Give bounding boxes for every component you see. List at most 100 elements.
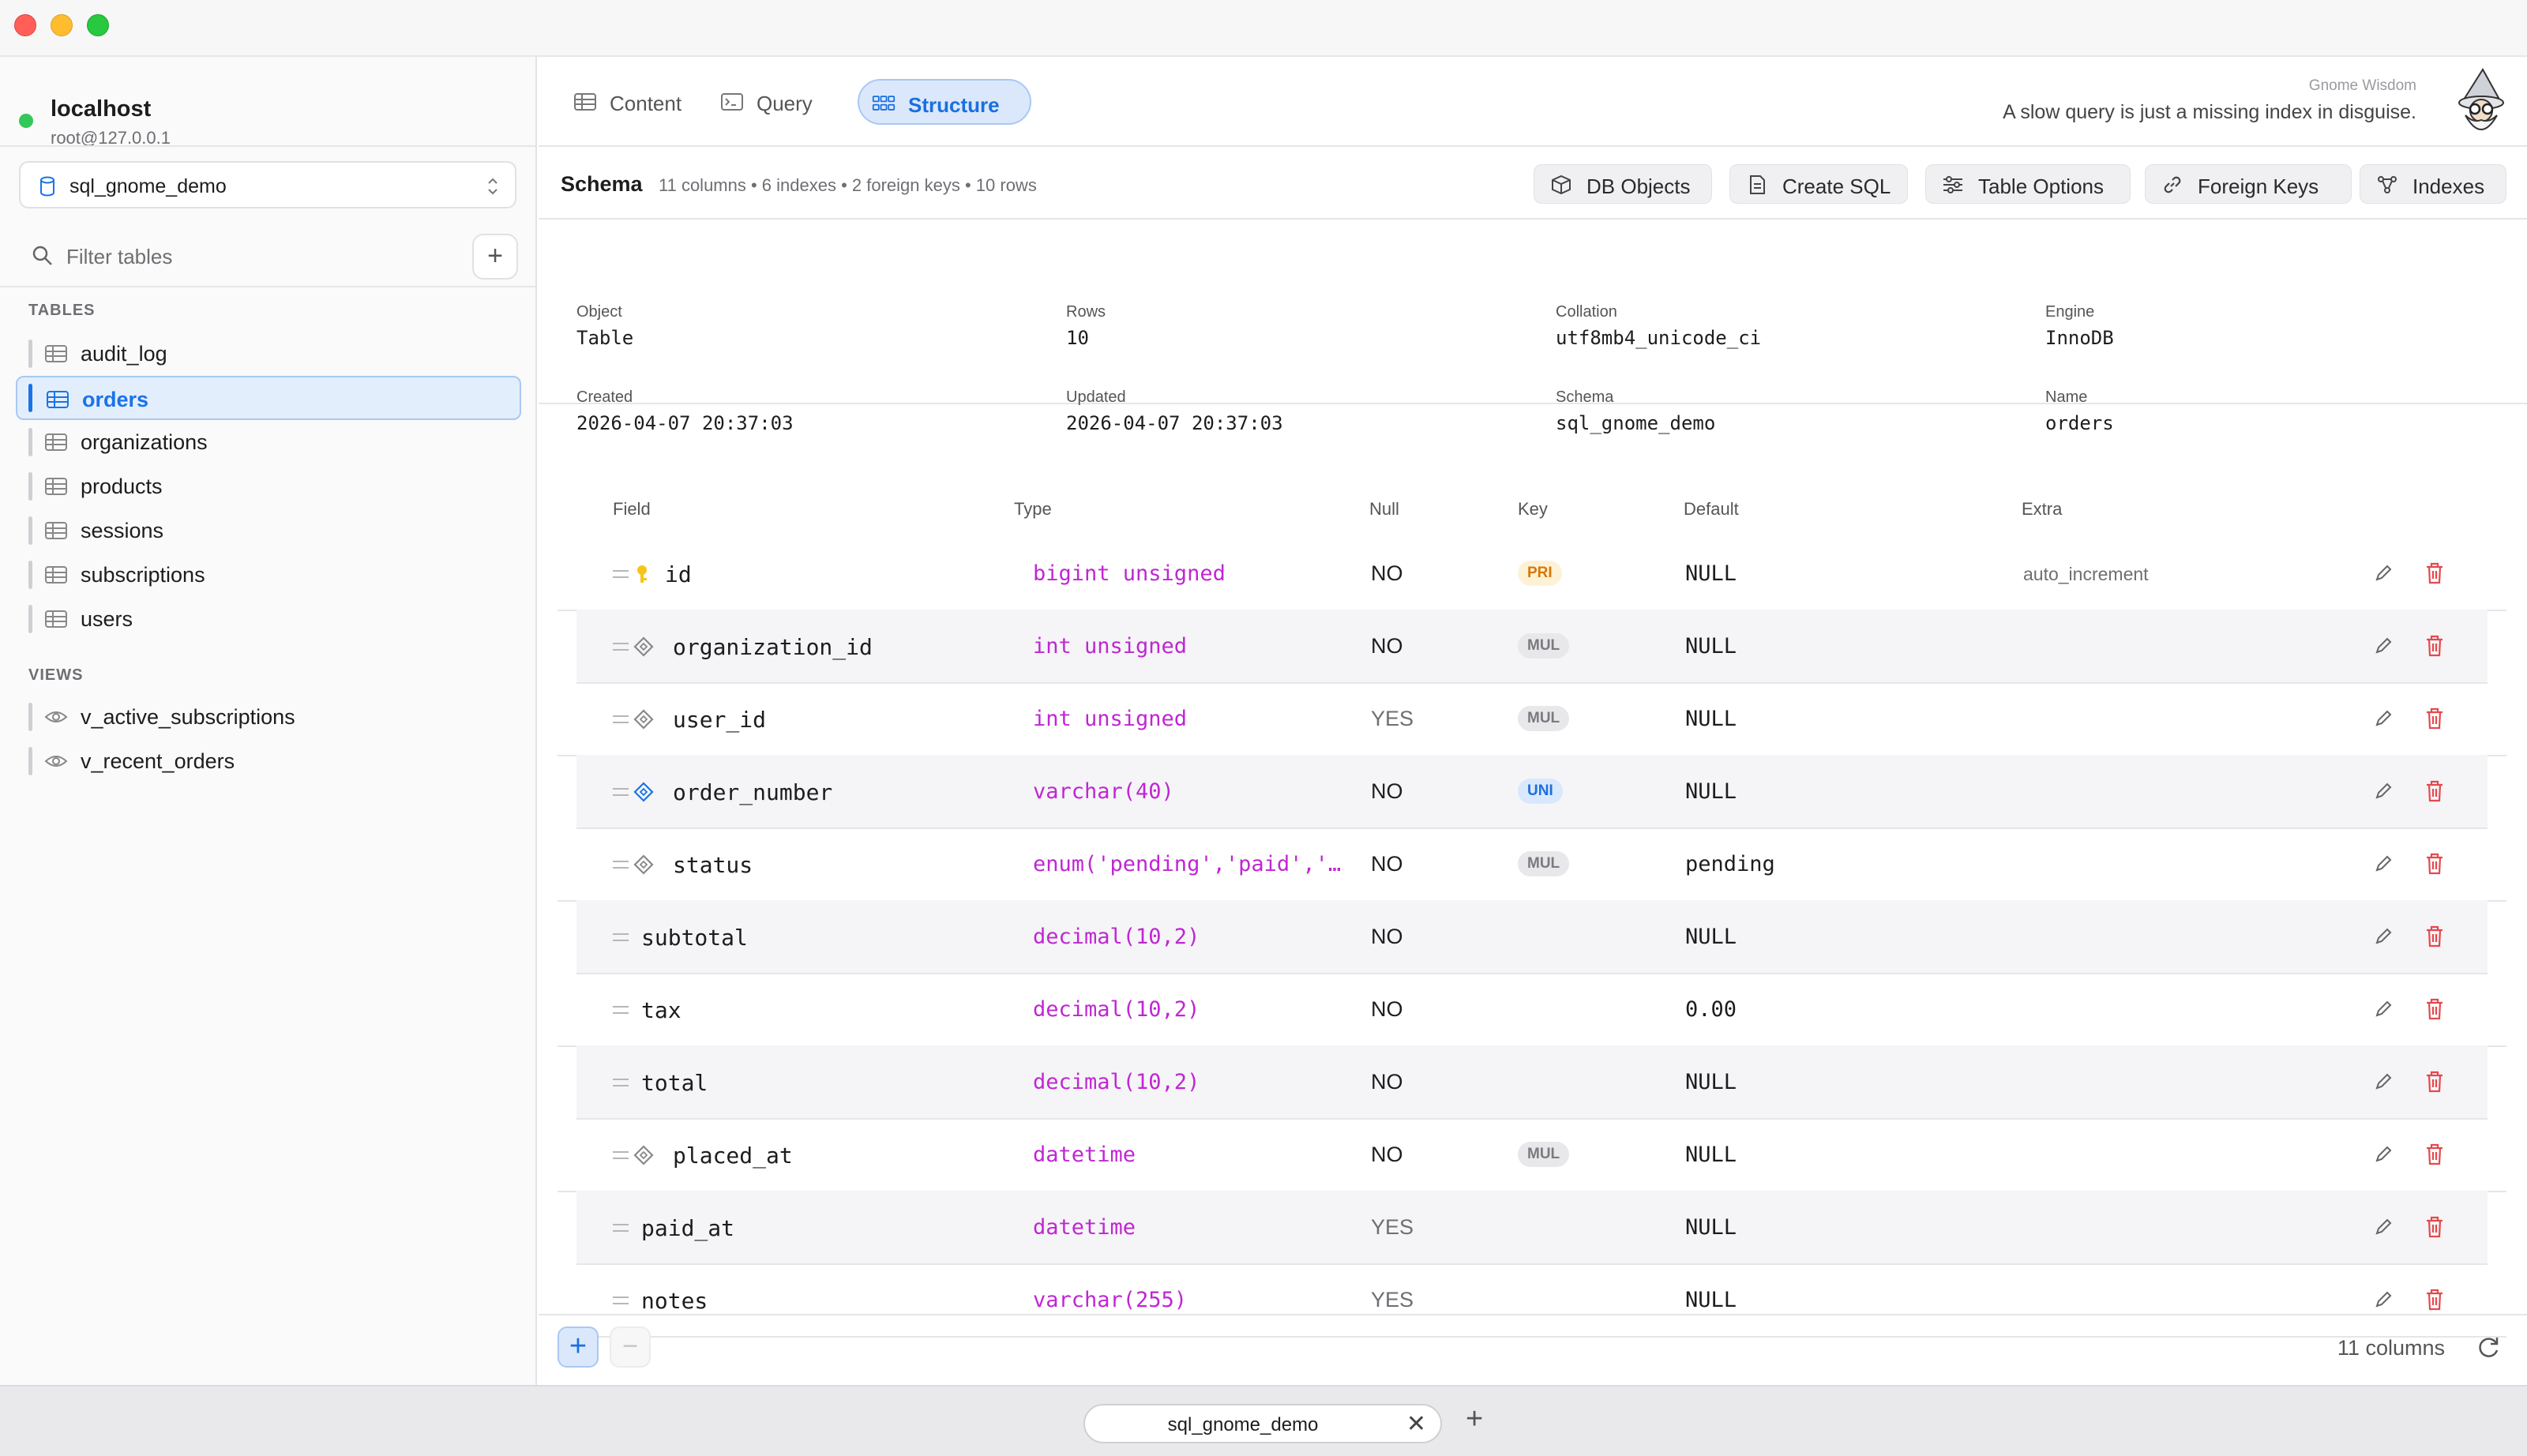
- table-row[interactable]: placed_at datetime NO MUL NULL: [558, 1118, 2506, 1192]
- sidebar-table-subscriptions[interactable]: subscriptions: [16, 553, 521, 597]
- table-row[interactable]: order_number varchar(40) NO UNI NULL: [576, 755, 2488, 829]
- pencil-icon[interactable]: [2372, 1071, 2394, 1093]
- drag-handle[interactable]: [613, 861, 629, 869]
- trash-icon[interactable]: [2423, 1069, 2446, 1094]
- trash-icon[interactable]: [2423, 1214, 2446, 1240]
- minimize-window-button[interactable]: [51, 14, 73, 36]
- gnome-avatar-icon: [2458, 68, 2504, 130]
- field-name: tax: [641, 997, 682, 1023]
- refresh-icon[interactable]: [2475, 1334, 2502, 1361]
- db-objects-button[interactable]: DB Objects: [1534, 164, 1712, 204]
- trash-icon[interactable]: [2423, 1287, 2446, 1312]
- document-tab[interactable]: sql_gnome_demo ✕: [1083, 1404, 1442, 1443]
- trash-icon[interactable]: [2423, 706, 2446, 731]
- table-row[interactable]: total decimal(10,2) NO NULL: [576, 1045, 2488, 1120]
- key-badge: PRI: [1518, 561, 1562, 586]
- sidebar-table-sessions[interactable]: sessions: [16, 508, 521, 553]
- sidebar-table-users[interactable]: users: [16, 597, 521, 641]
- pencil-icon[interactable]: [2372, 562, 2394, 584]
- table-row[interactable]: tax decimal(10,2) NO 0.00: [558, 973, 2506, 1047]
- info-schema-label: Schema: [1556, 388, 1614, 406]
- sidebar-table-products[interactable]: products: [16, 464, 521, 508]
- drag-handle[interactable]: [613, 1006, 629, 1014]
- table-row[interactable]: user_id int unsigned YES MUL NULL: [558, 682, 2506, 756]
- pencil-icon[interactable]: [2372, 780, 2394, 802]
- add-table-button[interactable]: +: [472, 234, 518, 280]
- create-sql-button[interactable]: Create SQL: [1729, 164, 1908, 204]
- drag-handle[interactable]: [613, 788, 629, 796]
- close-window-button[interactable]: [14, 14, 36, 36]
- eye-icon: [44, 711, 68, 722]
- table-row[interactable]: status enum('pending','paid','… NO MUL pendi…: [558, 827, 2506, 902]
- table-row[interactable]: subtotal decimal(10,2) NO NULL: [576, 900, 2488, 974]
- add-column-button[interactable]: +: [558, 1327, 599, 1368]
- tab-query[interactable]: Query: [708, 79, 826, 125]
- info-engine-label: Engine: [2045, 303, 2095, 321]
- pencil-icon[interactable]: [2372, 1289, 2394, 1311]
- sidebar-table-label: sessions: [81, 519, 164, 542]
- trash-icon[interactable]: [2423, 779, 2446, 804]
- trash-icon[interactable]: [2423, 633, 2446, 659]
- table-row[interactable]: id bigint unsigned NO PRI NULL auto_increment: [558, 537, 2506, 611]
- field-default: NULL: [1685, 707, 1737, 731]
- drag-handle[interactable]: [613, 643, 629, 651]
- table-info-panel: Object Table Rows 10 Collation utf8mb4_u…: [539, 221, 2527, 434]
- trash-icon[interactable]: [2423, 996, 2446, 1022]
- divider: [0, 145, 535, 147]
- drag-handle[interactable]: [613, 1079, 629, 1086]
- pencil-icon[interactable]: [2372, 853, 2394, 875]
- field-default: NULL: [1685, 1288, 1737, 1312]
- pencil-icon[interactable]: [2372, 635, 2394, 657]
- field-default: NULL: [1685, 634, 1737, 659]
- pencil-icon[interactable]: [2372, 1216, 2394, 1238]
- column-header-key: Key: [1518, 499, 1548, 519]
- trash-icon[interactable]: [2423, 851, 2446, 876]
- close-tab-icon[interactable]: ✕: [1406, 1410, 1426, 1438]
- drag-handle[interactable]: [613, 570, 629, 578]
- table-row[interactable]: organization_id int unsigned NO MUL NULL: [576, 610, 2488, 684]
- database-selector-value: sql_gnome_demo: [69, 175, 227, 197]
- filter-tables-input[interactable]: Filter tables: [66, 245, 172, 269]
- drag-handle[interactable]: [613, 933, 629, 941]
- new-tab-button[interactable]: +: [1466, 1402, 1483, 1436]
- database-selector[interactable]: sql_gnome_demo: [19, 161, 516, 208]
- button-label: Indexes: [2412, 174, 2485, 198]
- sidebar-table-label: users: [81, 607, 133, 631]
- sidebar-view-recent-orders[interactable]: v_recent_orders: [16, 739, 521, 783]
- sidebar-table-orders[interactable]: orders: [16, 376, 521, 420]
- table-row[interactable]: paid_at datetime YES NULL: [576, 1191, 2488, 1265]
- field-name: organization_id: [673, 634, 873, 660]
- sidebar-view-active-subscriptions[interactable]: v_active_subscriptions: [16, 695, 521, 739]
- drag-handle[interactable]: [613, 715, 629, 723]
- trash-icon[interactable]: [2423, 924, 2446, 949]
- pencil-icon[interactable]: [2372, 1143, 2394, 1165]
- field-type: varchar(40): [1033, 779, 1174, 804]
- sidebar-table-organizations[interactable]: organizations: [16, 420, 521, 464]
- trash-icon[interactable]: [2423, 561, 2446, 586]
- drag-handle[interactable]: [613, 1297, 629, 1304]
- indent-bar: [28, 703, 32, 731]
- zoom-window-button[interactable]: [87, 14, 109, 36]
- pencil-icon[interactable]: [2372, 925, 2394, 948]
- tab-structure[interactable]: Structure: [858, 79, 1031, 125]
- field-name: paid_at: [641, 1215, 735, 1241]
- drag-handle[interactable]: [613, 1151, 629, 1159]
- document-tab-bar: sql_gnome_demo ✕ +: [0, 1385, 2527, 1456]
- indexes-button[interactable]: Indexes: [2360, 164, 2506, 204]
- trash-icon[interactable]: [2423, 1142, 2446, 1167]
- columns-table: Field Type Null Key Default Extra id bigi…: [539, 406, 2527, 1338]
- remove-column-button[interactable]: −: [610, 1327, 651, 1368]
- tab-content[interactable]: Content: [561, 79, 687, 125]
- button-label: Table Options: [1978, 174, 2104, 198]
- sidebar-view-label: v_recent_orders: [81, 749, 235, 773]
- info-engine-value: InnoDB: [2045, 327, 2114, 349]
- foreign-keys-button[interactable]: Foreign Keys: [2145, 164, 2352, 204]
- drag-handle[interactable]: [613, 1224, 629, 1232]
- table-options-button[interactable]: Table Options: [1925, 164, 2131, 204]
- field-null: YES: [1371, 1288, 1414, 1312]
- sidebar-table-audit-log[interactable]: audit_log: [16, 332, 521, 376]
- sidebar-table-label: products: [81, 475, 163, 498]
- indent-bar: [28, 472, 32, 501]
- pencil-icon[interactable]: [2372, 707, 2394, 730]
- pencil-icon[interactable]: [2372, 998, 2394, 1020]
